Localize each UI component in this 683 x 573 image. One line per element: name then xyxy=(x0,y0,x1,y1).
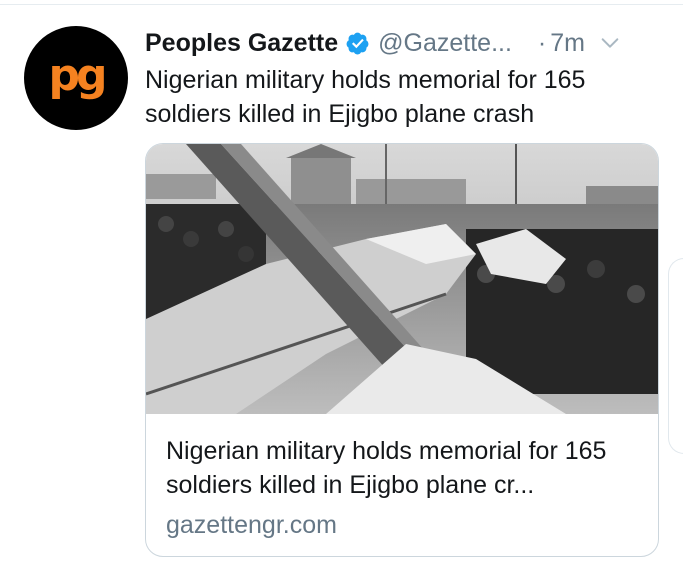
chevron-down-icon[interactable] xyxy=(599,32,621,54)
timestamp[interactable]: 7m xyxy=(550,29,585,58)
verified-badge-icon xyxy=(346,32,369,54)
avatar[interactable]: pg xyxy=(24,26,128,130)
tweet-text: Nigerian military holds memorial for 165… xyxy=(145,66,586,128)
separator-dot: · xyxy=(537,28,547,57)
top-divider xyxy=(0,4,683,5)
link-card[interactable]: Nigerian military holds memorial for 165… xyxy=(145,143,659,557)
side-panel-edge xyxy=(668,258,683,454)
card-title[interactable]: Nigerian military holds memorial for 165… xyxy=(166,434,646,502)
handle[interactable]: @Gazette... xyxy=(378,29,512,58)
display-name[interactable]: Peoples Gazette xyxy=(145,29,338,58)
tweet-header: Peoples Gazette @Gazette... · 7m xyxy=(145,26,665,60)
card-domain: gazettengr.com xyxy=(166,511,337,539)
avatar-logo: pg xyxy=(48,50,108,101)
tweet-screen: pg Peoples Gazette @Gazette... · 7m Nige… xyxy=(0,0,683,573)
plane-crash-photo xyxy=(146,144,658,414)
